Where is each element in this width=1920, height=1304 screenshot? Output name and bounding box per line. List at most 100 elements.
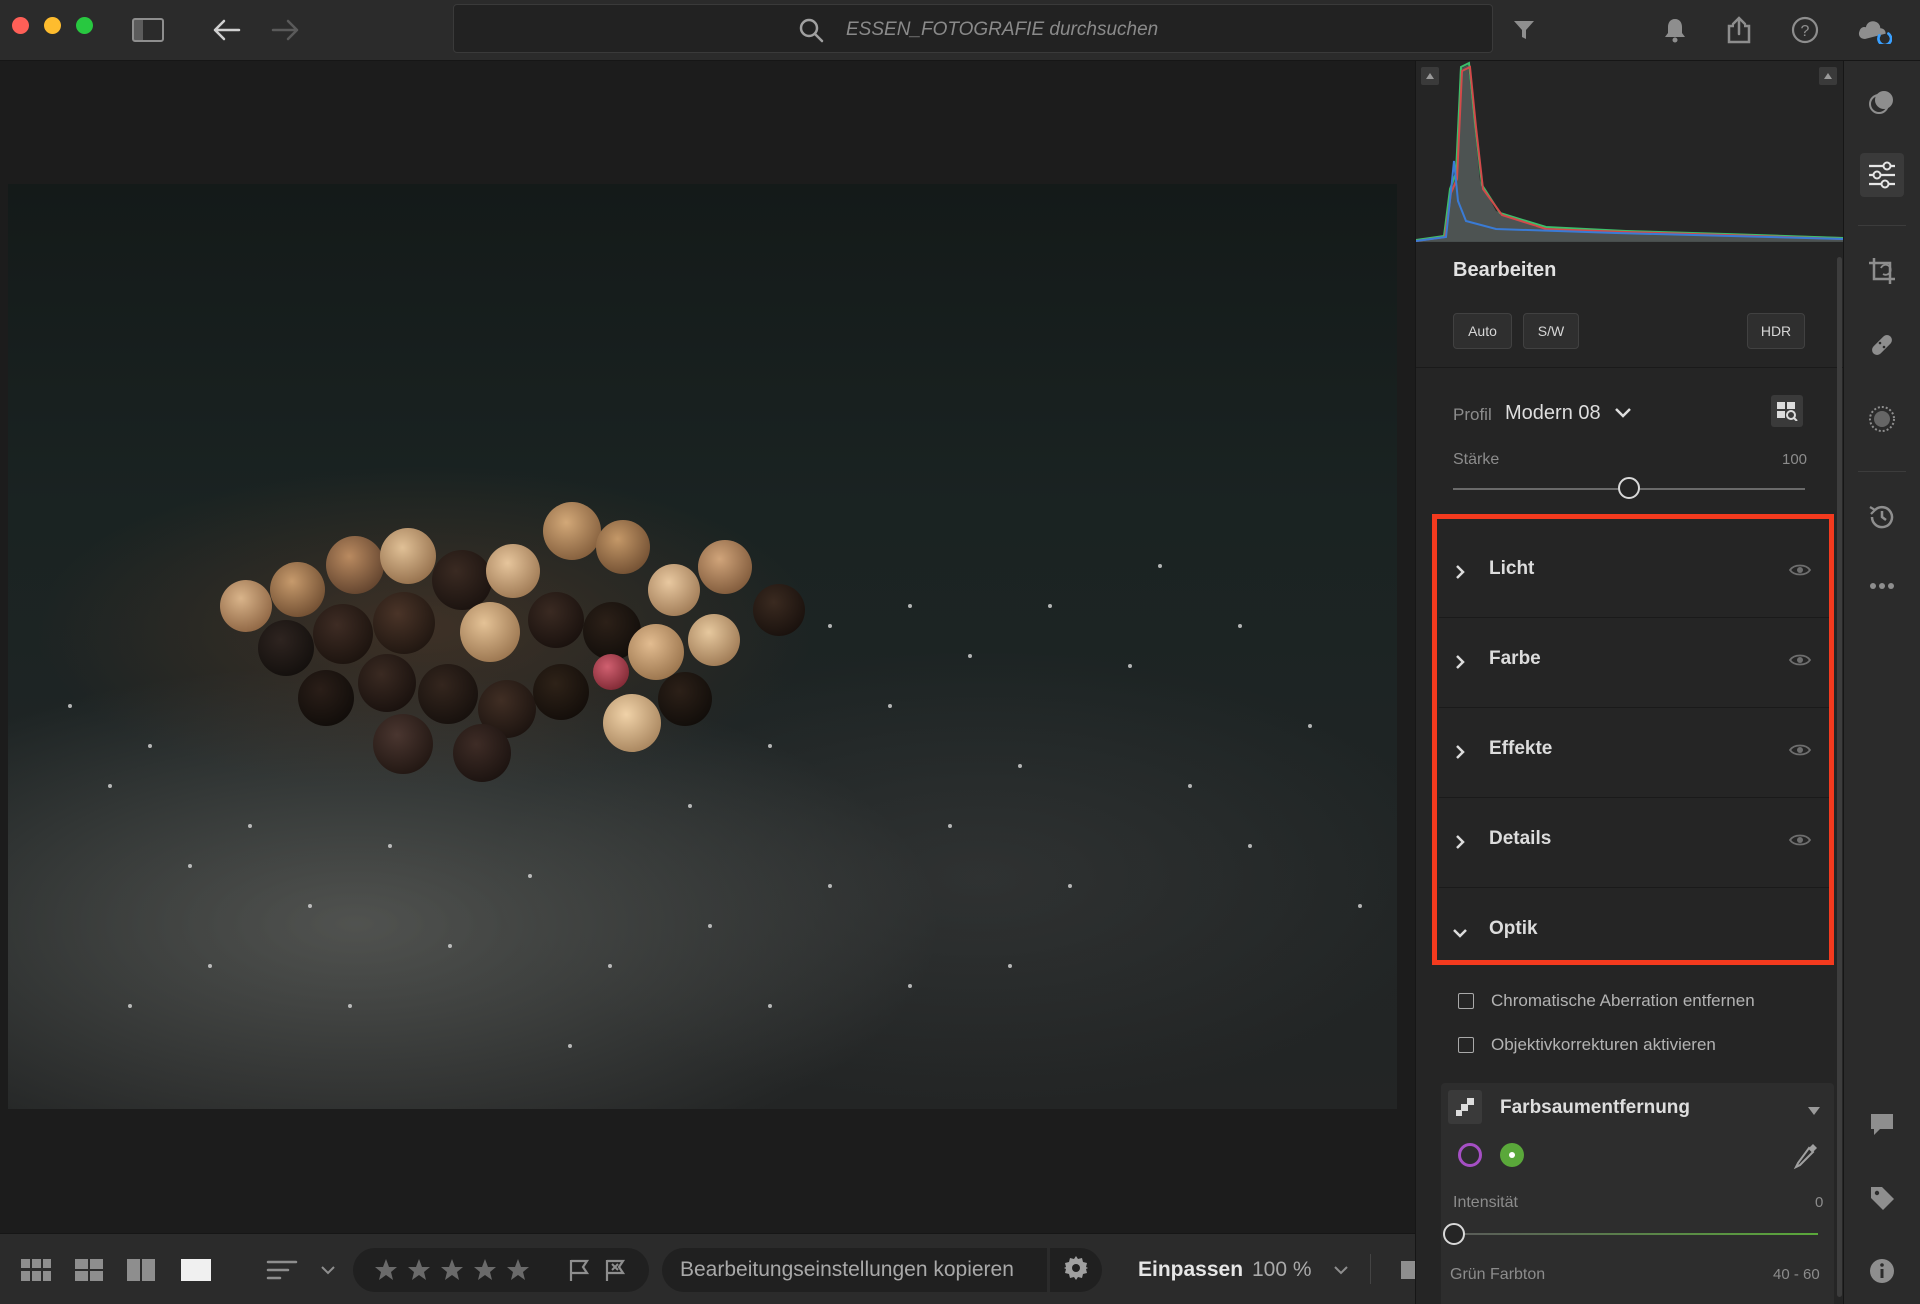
food-photo-peppercorns (8, 184, 1397, 1109)
black-white-button[interactable]: S/W (1523, 313, 1579, 349)
eye-icon[interactable] (1788, 833, 1812, 852)
info-icon[interactable] (1860, 1249, 1904, 1293)
eye-icon[interactable] (1788, 563, 1812, 582)
intensity-value: 0 (1815, 1194, 1824, 1211)
pick-flag-icon[interactable] (566, 1256, 592, 1284)
maximize-window-button[interactable] (76, 17, 93, 34)
grid-view-small-icon[interactable] (20, 1256, 52, 1284)
sort-icon[interactable] (264, 1256, 300, 1284)
amount-slider-knob[interactable] (1618, 477, 1640, 499)
sidebar-toggle-icon[interactable] (130, 12, 166, 48)
divider (1858, 471, 1906, 472)
presets-icon[interactable] (1860, 80, 1904, 124)
green-hue-selector[interactable] (1500, 1143, 1524, 1167)
bell-icon[interactable] (1657, 12, 1693, 48)
auto-button[interactable]: Auto (1453, 313, 1512, 349)
section-label: Licht (1489, 558, 1535, 579)
section-optik[interactable]: Optik (1439, 887, 1832, 977)
eyedropper-icon[interactable] (1793, 1142, 1819, 1175)
section-details[interactable]: Details (1439, 797, 1832, 887)
chevron-down-icon (1451, 926, 1469, 944)
hdr-button[interactable]: HDR (1747, 313, 1805, 349)
histogram-graph (1416, 61, 1843, 242)
filmstrip-toggle-icon[interactable] (1400, 1256, 1415, 1284)
intensity-slider-track[interactable] (1453, 1233, 1818, 1235)
fit-zoom-label[interactable]: Einpassen (1138, 1258, 1243, 1282)
defringe-title: Farbsaumentfernung (1500, 1097, 1691, 1118)
checkbox[interactable] (1458, 1037, 1474, 1053)
masking-icon[interactable] (1860, 397, 1904, 441)
checkbox[interactable] (1458, 993, 1474, 1009)
eye-icon[interactable] (1788, 743, 1812, 762)
chevron-right-icon (1454, 743, 1466, 766)
copy-settings-gear-button[interactable] (1050, 1248, 1102, 1292)
intensity-label: Intensität (1453, 1194, 1518, 1211)
zoom-dropdown-chevron-icon[interactable] (1330, 1256, 1352, 1284)
eye-icon[interactable] (1788, 653, 1812, 672)
back-arrow-icon[interactable] (208, 12, 244, 48)
checkbox-label: Objektivkorrekturen aktivieren (1491, 1035, 1716, 1054)
enable-lens-corrections-checkbox[interactable]: Objektivkorrekturen aktivieren (1458, 1035, 1716, 1055)
svg-text:?: ? (1801, 23, 1810, 40)
profile-browser-button[interactable] (1771, 395, 1803, 427)
chevron-right-icon (1454, 833, 1466, 856)
help-icon[interactable]: ? (1787, 12, 1823, 48)
detail-view-icon[interactable] (180, 1256, 212, 1284)
section-licht[interactable]: Licht (1439, 527, 1832, 617)
copy-edit-settings-button[interactable]: Bearbeitungseinstellungen kopieren (662, 1248, 1047, 1292)
sort-dropdown-chevron-icon[interactable] (316, 1256, 340, 1284)
section-label: Farbe (1489, 648, 1541, 669)
chevron-right-icon (1454, 653, 1466, 676)
toolbar-divider (1370, 1254, 1371, 1284)
chevron-down-icon[interactable] (1613, 406, 1633, 425)
compare-view-icon[interactable] (126, 1256, 156, 1284)
more-options-icon[interactable] (1860, 564, 1904, 608)
section-farbe[interactable]: Farbe (1439, 617, 1832, 707)
defringe-icon (1448, 1090, 1482, 1124)
edit-panel: Bearbeiten Auto S/W HDR Profil Modern 08… (1415, 61, 1843, 1304)
close-window-button[interactable] (12, 17, 29, 34)
purple-hue-selector[interactable] (1458, 1143, 1482, 1167)
green-hue-value: 40 - 60 (1773, 1266, 1820, 1283)
section-label: Effekte (1489, 738, 1553, 759)
lightroom-window: ESSEN_FOTOGRAFIE durchsuchen ? Bearbeitu… (0, 0, 1920, 1304)
search-icon (798, 17, 824, 48)
photo-canvas[interactable] (0, 61, 1415, 1233)
filter-icon[interactable] (1506, 12, 1542, 48)
panel-scrollbar[interactable] (1837, 257, 1842, 1297)
copy-edit-settings-label: Bearbeitungseinstellungen kopieren (680, 1258, 1014, 1281)
defringe-panel: Farbsaumentfernung Intensität 0 Grün Far… (1441, 1083, 1834, 1304)
reject-flag-icon[interactable] (602, 1256, 628, 1284)
history-icon[interactable] (1860, 495, 1904, 539)
comment-icon[interactable] (1860, 1102, 1904, 1146)
chevron-right-icon (1454, 563, 1466, 586)
amount-value: 100 (1782, 451, 1808, 468)
crop-icon[interactable] (1860, 249, 1904, 293)
profile-value[interactable]: Modern 08 (1505, 402, 1601, 425)
tag-icon[interactable] (1860, 1176, 1904, 1220)
histogram (1416, 61, 1843, 242)
search-placeholder: ESSEN_FOTOGRAFIE durchsuchen (846, 19, 1159, 40)
healing-bandage-icon[interactable] (1860, 323, 1904, 367)
gear-icon (1063, 1255, 1089, 1286)
edit-panel-title: Bearbeiten (1453, 259, 1557, 281)
minimize-window-button[interactable] (44, 17, 61, 34)
remove-chromatic-aberration-checkbox[interactable]: Chromatische Aberration entfernen (1458, 991, 1755, 1011)
edit-sliders-icon[interactable] (1860, 153, 1904, 197)
forward-arrow-icon[interactable] (268, 12, 304, 48)
cloud-sync-icon[interactable] (1856, 12, 1892, 48)
green-hue-label: Grün Farbton (1450, 1266, 1546, 1283)
share-icon[interactable] (1721, 12, 1757, 48)
search-input[interactable]: ESSEN_FOTOGRAFIE durchsuchen (453, 4, 1493, 53)
profile-label: Profil (1453, 405, 1492, 424)
grid-view-large-icon[interactable] (74, 1256, 104, 1284)
star-rating[interactable] (372, 1256, 542, 1284)
zoom-percent-label[interactable]: 100 % (1252, 1258, 1312, 1282)
section-effekte[interactable]: Effekte (1439, 707, 1832, 797)
amount-label: Stärke (1453, 451, 1500, 468)
checkbox-label: Chromatische Aberration entfernen (1491, 991, 1755, 1010)
divider (1416, 367, 1843, 368)
caret-down-icon[interactable] (1807, 1103, 1821, 1121)
section-label: Details (1489, 828, 1552, 849)
intensity-slider-knob[interactable] (1443, 1223, 1465, 1245)
